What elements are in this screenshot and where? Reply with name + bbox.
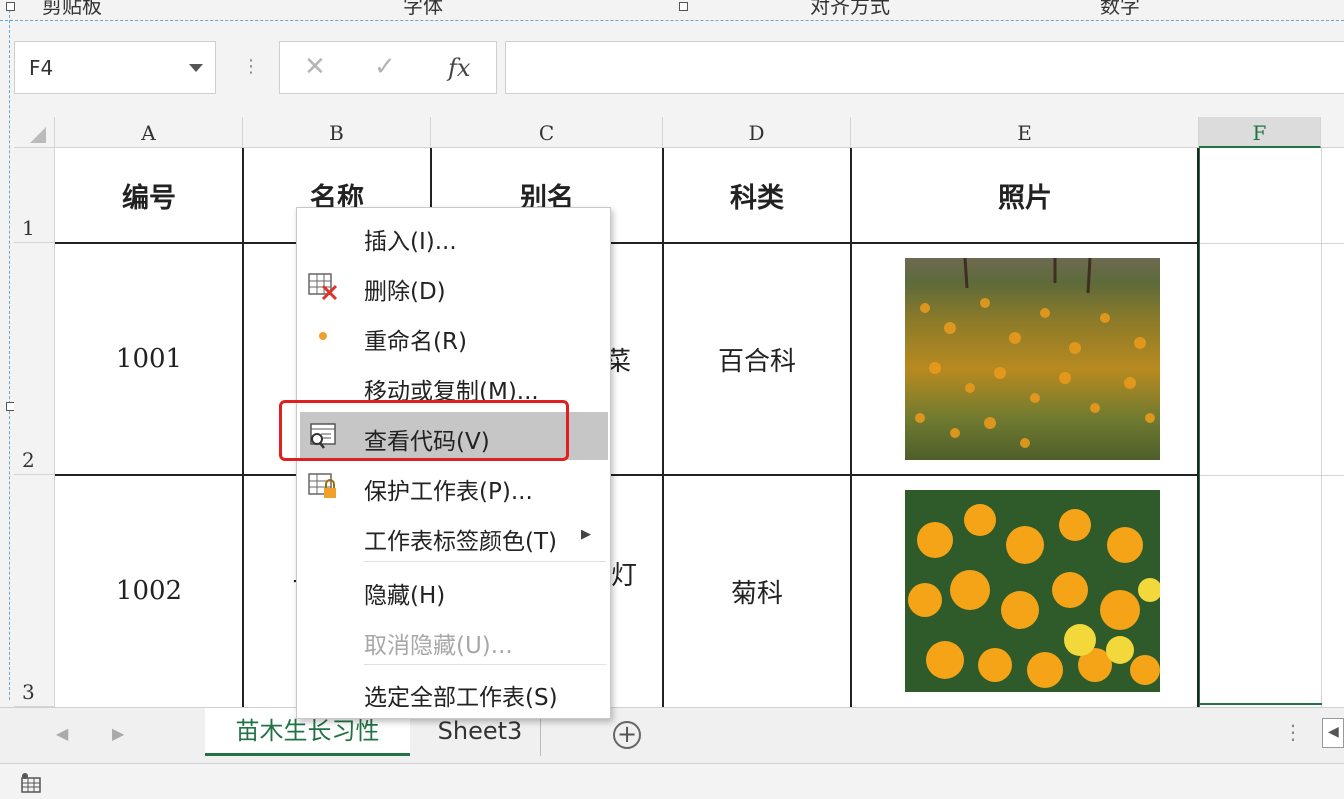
cell-e1[interactable]: 照片	[851, 148, 1199, 243]
resize-handle[interactable]	[679, 2, 688, 11]
sheet-tab-context-menu: 插入(I)... 删除(D) 重命名(R) 移动或复制(M)... 查看代码(V…	[296, 207, 611, 719]
row-header-3[interactable]: 3	[14, 475, 55, 707]
dot-icon	[307, 322, 339, 350]
gridline	[1199, 243, 1344, 244]
selection-outline	[9, 10, 10, 700]
menu-item-protect-sheet[interactable]: 保护工作表(P)...	[297, 464, 610, 508]
column-header-c[interactable]: C	[431, 117, 663, 148]
daylily-photo	[905, 258, 1160, 460]
formula-buttons: ✕ ✓ fx	[279, 41, 497, 94]
scroll-left-icon: ◀	[1328, 724, 1339, 740]
insert-function-icon[interactable]: fx	[448, 54, 470, 82]
marigold-photo-image	[908, 504, 1160, 688]
gridline	[1321, 148, 1322, 707]
gridline	[1199, 475, 1344, 476]
tab-bar-grip-icon: ⋮	[1283, 720, 1303, 744]
add-sheet-icon[interactable]: +	[613, 721, 641, 749]
row-header-1[interactable]: 1	[14, 148, 55, 243]
menu-item-delete[interactable]: 删除(D)	[297, 264, 610, 308]
cell-a2[interactable]: 1001	[55, 243, 243, 475]
column-header-e[interactable]: E	[851, 117, 1199, 148]
daylily-photo-image	[915, 258, 1155, 448]
ribbon-group-labels: 剪贴板 字体 对齐方式 数字	[0, 0, 1344, 21]
ribbon-label-font: 字体	[403, 0, 443, 18]
menu-item-select-all-sheets[interactable]: 选定全部工作表(S)	[297, 670, 610, 714]
select-all-triangle-icon	[30, 127, 46, 143]
column-header-a[interactable]: A	[55, 117, 243, 148]
ribbon-label-alignment: 对齐方式	[810, 0, 890, 18]
spreadsheet-grid[interactable]: A B C D E F 1 2 3 编号 名称 别名 科类 照片 1001 菜 …	[14, 117, 1344, 707]
macro-record-icon[interactable]	[20, 772, 44, 794]
protect-sheet-icon	[307, 472, 339, 500]
cancel-icon[interactable]: ✕	[304, 52, 326, 82]
tab-scroll-right-icon[interactable]: ▶	[112, 724, 124, 743]
marigold-photo	[905, 490, 1160, 692]
cell-d2[interactable]: 百合科	[663, 243, 851, 475]
menu-item-insert[interactable]: 插入(I)...	[297, 214, 610, 258]
column-header-g[interactable]	[1321, 117, 1344, 148]
ribbon-label-clipboard: 剪贴板	[42, 0, 102, 18]
menu-item-unhide: 取消隐藏(U)...	[364, 633, 513, 659]
cell-d3[interactable]: 菊科	[663, 475, 851, 707]
menu-item-tab-color[interactable]: 工作表标签颜色(T) ▶	[297, 514, 610, 558]
status-bar	[0, 763, 1344, 799]
select-all-corner[interactable]	[14, 117, 55, 148]
submenu-arrow-icon: ▶	[581, 527, 591, 542]
enter-icon[interactable]: ✓	[374, 52, 396, 82]
resize-handle[interactable]	[6, 2, 15, 11]
row-header-2[interactable]: 2	[14, 243, 55, 475]
delete-sheet-icon	[307, 272, 339, 301]
tab-scroll-left-icon[interactable]: ◀	[56, 724, 68, 743]
name-box[interactable]: F4	[14, 41, 216, 94]
formula-bar-grip: ⋮	[242, 56, 260, 77]
formula-input[interactable]	[505, 41, 1344, 94]
column-header-d[interactable]: D	[663, 117, 851, 148]
sheet-tab-bar: ◀ ▶ 苗木生长习性 Sheet3 + ⋮ ◀	[0, 707, 1344, 764]
name-box-value: F4	[29, 56, 54, 80]
chevron-down-icon[interactable]	[189, 64, 203, 72]
highlight-annotation	[279, 400, 569, 461]
menu-item-hide[interactable]: 隐藏(H)	[297, 568, 610, 612]
column-header-b[interactable]: B	[243, 117, 431, 148]
column-header-f[interactable]: F	[1199, 117, 1321, 148]
cell-a3[interactable]: 1002	[55, 475, 243, 707]
selected-cell-outline	[1198, 703, 1322, 705]
cell-d1[interactable]: 科类	[663, 148, 851, 243]
horizontal-scroll-left-button[interactable]: ◀	[1322, 718, 1344, 748]
menu-separator	[364, 561, 606, 562]
menu-item-rename[interactable]: 重命名(R)	[297, 314, 610, 358]
cell-a1[interactable]: 编号	[55, 148, 243, 243]
ribbon-label-number: 数字	[1100, 0, 1140, 18]
menu-separator	[364, 664, 606, 665]
